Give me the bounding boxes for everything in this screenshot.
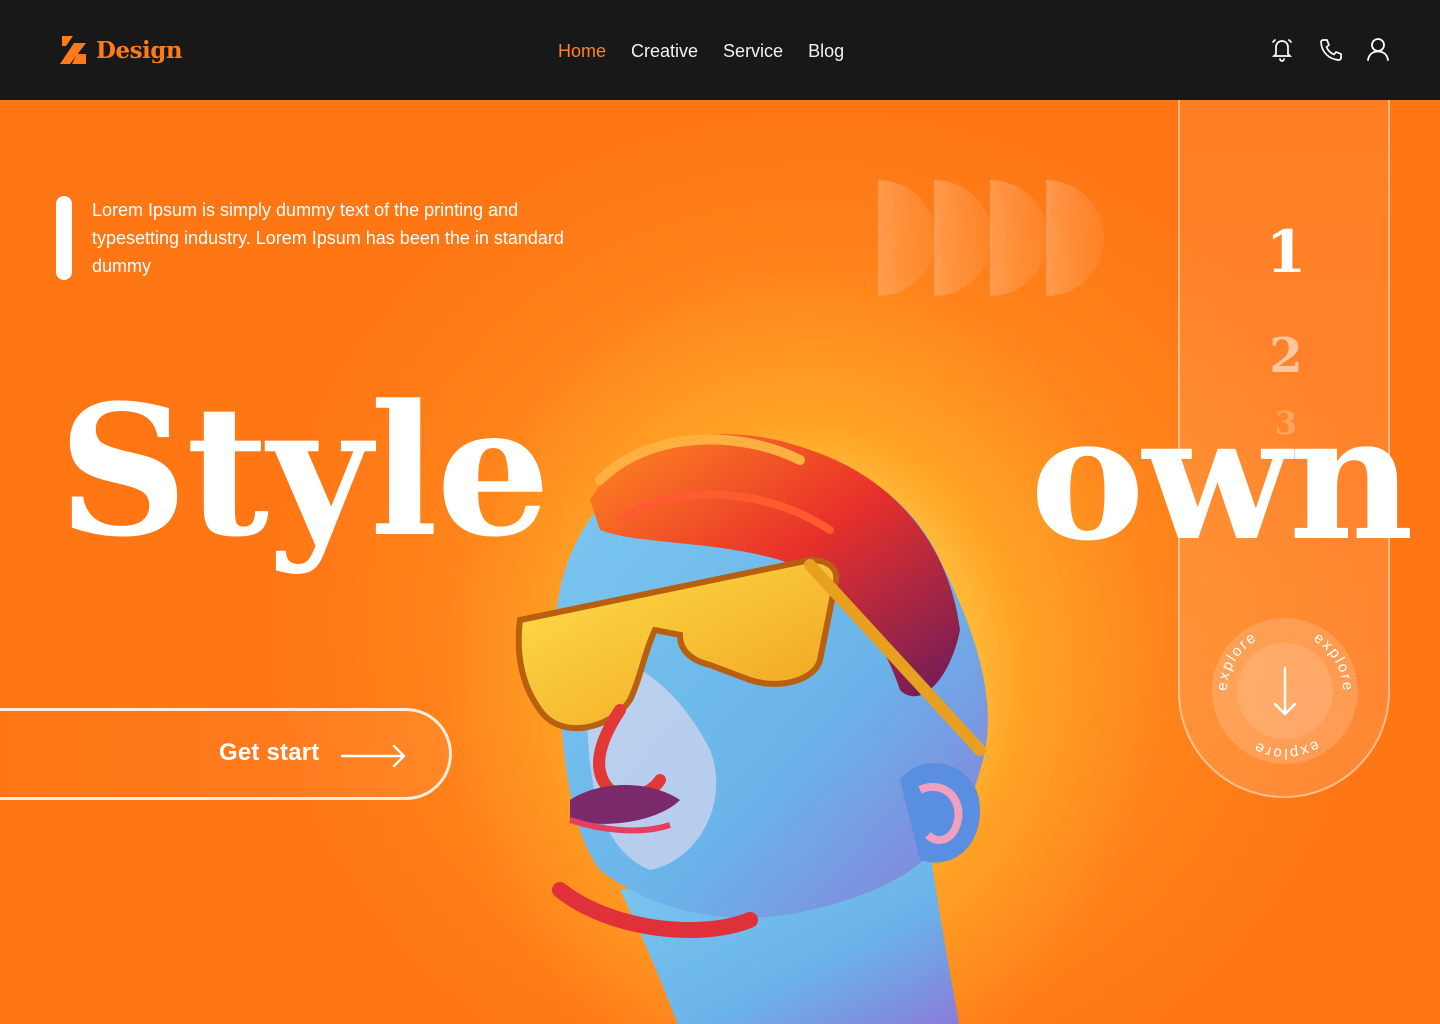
logo-mark-icon	[60, 36, 86, 64]
explore-button[interactable]: explore explore explore	[1212, 618, 1358, 764]
logo[interactable]: Design	[58, 32, 183, 68]
nav-item-blog[interactable]: Blog	[808, 38, 844, 64]
phone-icon[interactable]	[1318, 36, 1342, 62]
slide-indicator-panel: 1 2 3 explore explore explore	[1178, 100, 1390, 798]
slide-number-1[interactable]: 1	[1180, 218, 1392, 286]
user-icon[interactable]	[1366, 36, 1390, 62]
slide-number-3[interactable]: 3	[1180, 404, 1392, 442]
get-start-button[interactable]: Get start	[0, 708, 452, 800]
headline-style-word: Style	[58, 366, 551, 577]
nav-item-home[interactable]: Home	[558, 38, 606, 64]
svg-text:explore: explore	[1250, 737, 1322, 762]
get-start-label: Get start	[219, 739, 320, 766]
top-header: Design Home Creative Service Blog	[0, 0, 1440, 100]
half-circles-decoration	[878, 180, 1104, 296]
intro-text: Lorem Ipsum is simply dummy text of the …	[92, 200, 564, 276]
bell-icon[interactable]	[1270, 36, 1294, 62]
logo-text: Design	[96, 36, 183, 64]
arrow-right-icon	[340, 744, 406, 768]
explore-badge: explore explore explore	[1214, 628, 1354, 762]
slide-number-2[interactable]: 2	[1180, 328, 1392, 384]
intro-accent-bar	[56, 196, 72, 280]
nav-item-creative[interactable]: Creative	[631, 38, 698, 64]
header-actions	[1246, 36, 1390, 62]
portrait-illustration	[515, 434, 988, 1024]
nav-item-service[interactable]: Service	[723, 38, 783, 64]
hero-section: Lorem Ipsum is simply dummy text of the …	[0, 100, 1440, 1024]
main-nav: Home Creative Service Blog	[558, 38, 869, 64]
